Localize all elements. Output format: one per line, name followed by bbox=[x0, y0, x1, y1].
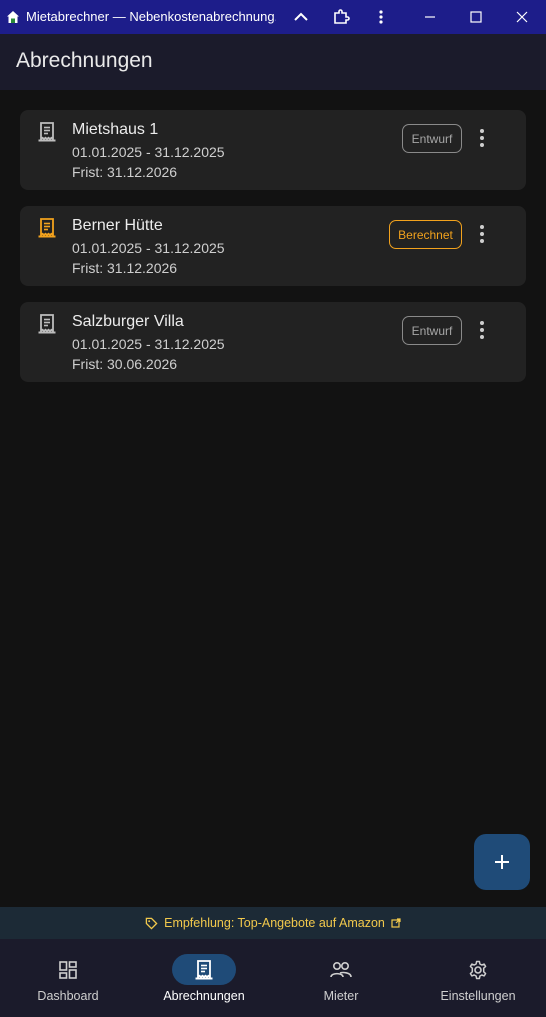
app-window: Mietabrechner — Nebenkostenabrechnung...… bbox=[0, 0, 546, 1017]
extension-icon bbox=[334, 9, 350, 24]
title-bar: Mietabrechner — Nebenkostenabrechnung... bbox=[0, 0, 546, 34]
chevron-up-icon bbox=[294, 12, 308, 21]
tag-icon bbox=[145, 917, 158, 930]
page-title: Abrechnungen bbox=[16, 49, 153, 72]
nav-item-einstellungen[interactable]: Einstellungen bbox=[410, 939, 546, 1017]
app-bar: Abrechnungen bbox=[0, 34, 546, 90]
statement-title: Berner Hütte bbox=[72, 217, 163, 234]
nav-label: Dashboard bbox=[37, 989, 99, 1003]
more-vert-icon bbox=[480, 225, 484, 229]
nav-item-mieter[interactable]: Mieter bbox=[273, 939, 409, 1017]
extensions-button[interactable] bbox=[321, 0, 361, 34]
nav-label: Mieter bbox=[323, 989, 359, 1003]
nav-label: Abrechnungen bbox=[163, 989, 245, 1003]
receipt-icon bbox=[195, 959, 213, 979]
dashboard-icon bbox=[59, 960, 77, 979]
gear-icon bbox=[469, 960, 487, 979]
maximize-icon bbox=[470, 11, 482, 23]
statement-card[interactable]: Mietshaus 1 01.01.2025 - 31.12.2025 Fris… bbox=[20, 110, 526, 190]
card-menu-button[interactable] bbox=[472, 318, 492, 342]
statement-deadline: Frist: 31.12.2026 bbox=[72, 260, 178, 276]
statement-period: 01.01.2025 - 31.12.2025 bbox=[72, 240, 225, 256]
statement-deadline: Frist: 31.12.2026 bbox=[72, 164, 178, 180]
status-badge: Entwurf bbox=[402, 124, 462, 153]
card-menu-button[interactable] bbox=[472, 222, 492, 246]
statement-deadline: Frist: 30.06.2026 bbox=[72, 356, 178, 372]
promo-text[interactable]: Empfehlung: Top-Angebote auf Amazon bbox=[164, 916, 385, 930]
nav-item-abrechnungen[interactable]: Abrechnungen bbox=[136, 939, 272, 1017]
more-vert-icon bbox=[480, 129, 484, 133]
chevron-up-button[interactable] bbox=[281, 0, 321, 34]
nav-label: Einstellungen bbox=[440, 989, 516, 1003]
statement-title: Salzburger Villa bbox=[72, 313, 184, 330]
minimize-button[interactable] bbox=[410, 0, 450, 34]
status-badge: Berechnet bbox=[389, 220, 462, 249]
statement-period: 01.01.2025 - 31.12.2025 bbox=[72, 144, 225, 160]
receipt-icon bbox=[38, 122, 56, 142]
statement-period: 01.01.2025 - 31.12.2025 bbox=[72, 336, 225, 352]
window-title: Mietabrechner — Nebenkostenabrechnung... bbox=[26, 9, 276, 24]
minimize-icon bbox=[425, 16, 435, 18]
plus-icon bbox=[495, 855, 509, 869]
receipt-icon bbox=[38, 218, 56, 238]
close-icon bbox=[516, 11, 528, 23]
people-icon bbox=[330, 961, 352, 977]
more-vert-icon bbox=[379, 10, 383, 24]
bottom-navigation: Dashboard Abrechnungen Mieter Einstellun… bbox=[0, 939, 546, 1017]
more-options-button[interactable] bbox=[361, 0, 401, 34]
maximize-button[interactable] bbox=[456, 0, 496, 34]
statement-card[interactable]: Berner Hütte 01.01.2025 - 31.12.2025 Fri… bbox=[20, 206, 526, 286]
card-menu-button[interactable] bbox=[472, 126, 492, 150]
close-button[interactable] bbox=[502, 0, 542, 34]
status-badge: Entwurf bbox=[402, 316, 462, 345]
external-link-icon bbox=[391, 918, 401, 928]
promo-banner[interactable]: Empfehlung: Top-Angebote auf Amazon bbox=[0, 907, 546, 939]
receipt-icon bbox=[38, 314, 56, 334]
more-vert-icon bbox=[480, 321, 484, 325]
statement-title: Mietshaus 1 bbox=[72, 121, 159, 138]
nav-item-dashboard[interactable]: Dashboard bbox=[0, 939, 136, 1017]
statement-card[interactable]: Salzburger Villa 01.01.2025 - 31.12.2025… bbox=[20, 302, 526, 382]
add-statement-button[interactable] bbox=[474, 834, 530, 890]
home-app-icon bbox=[7, 11, 19, 23]
